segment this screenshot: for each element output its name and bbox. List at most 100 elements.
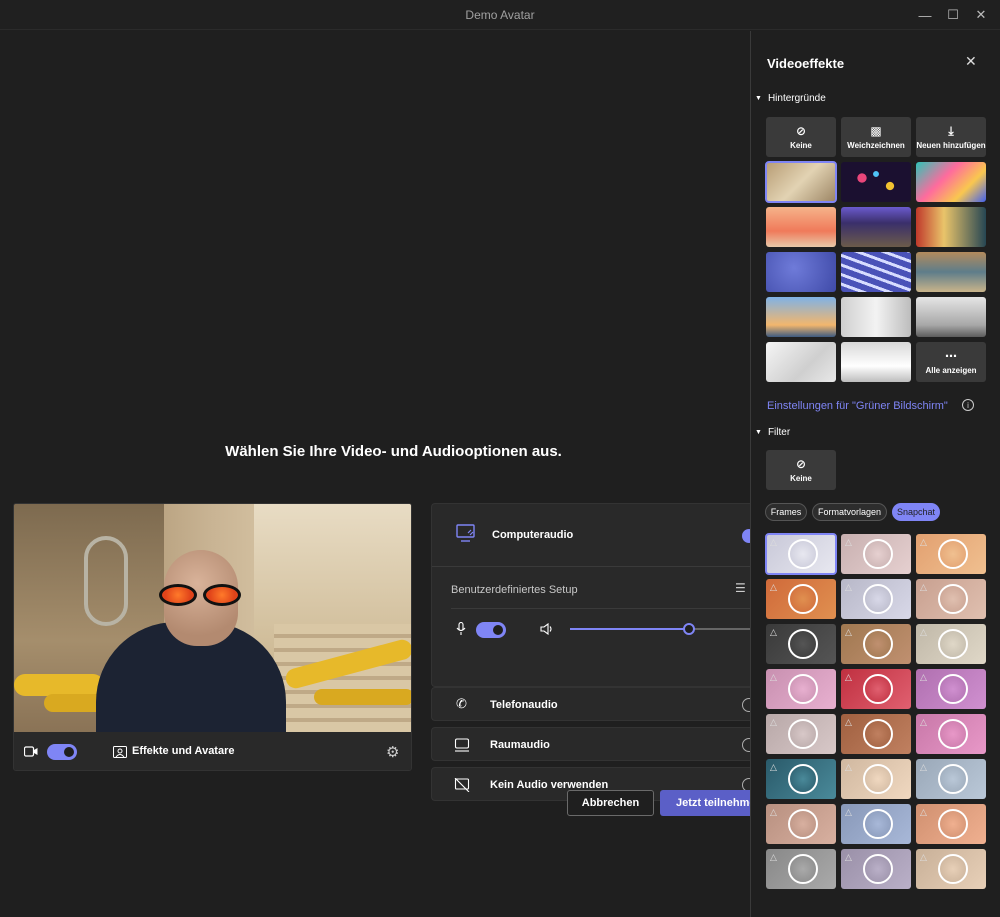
snapchat-ghost-icon: △ xyxy=(920,672,927,682)
background-thumbnail[interactable] xyxy=(765,161,837,203)
background-thumbnail[interactable] xyxy=(916,252,986,292)
camera-toggle[interactable] xyxy=(47,744,77,760)
backgrounds-section-header[interactable]: ▼ Hintergründe xyxy=(755,93,826,104)
show-all-button[interactable]: ⋯ Alle anzeigen xyxy=(916,342,986,382)
camera-icon xyxy=(23,744,38,757)
lens-preview xyxy=(938,584,968,614)
computer-audio-radio[interactable] xyxy=(742,529,750,543)
filter-none-button[interactable]: ⊘ Keine xyxy=(766,450,836,490)
snapchat-lens-thumbnail[interactable]: △ xyxy=(916,669,986,709)
bg-blur-button[interactable]: ▩ Weichzeichnen xyxy=(841,117,911,157)
background-thumbnail[interactable] xyxy=(766,297,836,337)
snapchat-lens-thumbnail[interactable]: △ xyxy=(766,579,836,619)
snapchat-lens-thumbnail[interactable]: △ xyxy=(916,624,986,664)
bg-add-new-button[interactable]: ⤓ Neuen hinzufügen xyxy=(916,117,986,157)
snapchat-ghost-icon: △ xyxy=(845,762,852,772)
filter-none-label: Keine xyxy=(790,473,812,483)
chip-snapchat[interactable]: Snapchat xyxy=(892,503,940,521)
background-thumbnail[interactable] xyxy=(841,207,911,247)
close-panel-icon[interactable]: ✕ xyxy=(965,53,977,70)
lens-preview xyxy=(863,584,893,614)
lens-preview xyxy=(938,629,968,659)
background-thumbnail[interactable] xyxy=(916,162,986,202)
background-thumbnail[interactable] xyxy=(766,342,836,382)
info-icon[interactable]: i xyxy=(962,399,974,411)
snapchat-lens-thumbnail[interactable]: △ xyxy=(916,579,986,619)
snapchat-lens-thumbnail[interactable]: △ xyxy=(916,759,986,799)
lens-preview xyxy=(938,809,968,839)
snapchat-ghost-icon: △ xyxy=(920,762,927,772)
snapchat-lens-thumbnail[interactable]: △ xyxy=(841,624,911,664)
lens-preview xyxy=(788,629,818,659)
snapchat-ghost-icon: △ xyxy=(920,852,927,862)
background-thumbnail[interactable] xyxy=(766,252,836,292)
computer-audio-card[interactable]: Computeraudio Benutzerdefiniertes Setup … xyxy=(431,503,750,687)
background-thumbnail[interactable] xyxy=(766,207,836,247)
background-thumbnail[interactable] xyxy=(841,297,911,337)
settings-gear-icon[interactable]: ⚙ xyxy=(386,743,399,761)
snapchat-ghost-icon: △ xyxy=(770,627,777,637)
microphone-toggle[interactable] xyxy=(476,622,506,638)
snapchat-lens-thumbnail[interactable]: △ xyxy=(766,624,836,664)
minimize-icon[interactable]: — xyxy=(910,0,940,30)
green-screen-settings-link[interactable]: Einstellungen für "Grüner Bildschirm" xyxy=(767,400,948,412)
background-thumbnail[interactable] xyxy=(841,252,911,292)
room-audio-radio[interactable] xyxy=(742,738,750,752)
snapchat-ghost-icon: △ xyxy=(845,582,852,592)
snapchat-lens-thumbnail[interactable]: △ xyxy=(916,849,986,889)
snapchat-ghost-icon: △ xyxy=(920,807,927,817)
volume-slider-thumb[interactable] xyxy=(683,623,696,635)
computer-audio-icon xyxy=(456,524,476,547)
snapchat-lens-thumbnail[interactable]: △ xyxy=(841,669,911,709)
snapchat-lens-thumbnail[interactable]: △ xyxy=(766,714,836,754)
bg-none-button[interactable]: ⊘ Keine xyxy=(766,117,836,157)
snapchat-lens-thumbnail[interactable]: △ xyxy=(841,534,911,574)
snapchat-ghost-icon: △ xyxy=(920,627,927,637)
lens-preview xyxy=(863,719,893,749)
snapchat-ghost-icon: △ xyxy=(845,807,852,817)
paperclip-figure xyxy=(84,536,128,626)
lens-preview xyxy=(863,809,893,839)
close-window-icon[interactable]: ✕ xyxy=(966,0,996,30)
chip-frames[interactable]: Frames xyxy=(765,503,807,521)
snapchat-ghost-icon: △ xyxy=(845,852,852,862)
snapchat-ghost-icon: △ xyxy=(770,807,777,817)
background-thumbnail[interactable] xyxy=(841,342,911,382)
snapchat-lens-thumbnail[interactable]: △ xyxy=(841,579,911,619)
room-audio-option[interactable]: Raumaudio xyxy=(431,727,750,761)
background-thumbnail[interactable] xyxy=(916,207,986,247)
phone-audio-radio[interactable] xyxy=(742,698,750,712)
snapchat-ghost-icon: △ xyxy=(770,852,777,862)
snapchat-lens-thumbnail[interactable]: △ xyxy=(765,533,837,575)
snapchat-lens-thumbnail[interactable]: △ xyxy=(916,714,986,754)
volume-slider[interactable] xyxy=(570,623,750,635)
snapchat-ghost-icon: △ xyxy=(770,672,777,682)
bg-none-label: Keine xyxy=(790,140,812,150)
snapchat-lens-thumbnail[interactable]: △ xyxy=(766,849,836,889)
prejoin-main: Wählen Sie Ihre Video- und Audiooptionen… xyxy=(0,31,750,917)
audio-settings-icon[interactable]: ☰ xyxy=(735,581,746,595)
filter-section-header[interactable]: ▼ Filter xyxy=(755,427,790,438)
chip-formatvorlagen[interactable]: Formatvorlagen xyxy=(812,503,887,521)
cancel-button[interactable]: Abbrechen xyxy=(567,790,654,816)
room-audio-icon xyxy=(454,738,470,757)
snapchat-lens-thumbnail[interactable]: △ xyxy=(841,849,911,889)
snapchat-lens-thumbnail[interactable]: △ xyxy=(841,714,911,754)
snapchat-lens-thumbnail[interactable]: △ xyxy=(841,759,911,799)
maximize-icon[interactable]: ☐ xyxy=(938,0,968,30)
effects-icon xyxy=(113,745,127,758)
background-thumbnail[interactable] xyxy=(916,297,986,337)
lens-preview xyxy=(788,809,818,839)
window-title: Demo Avatar xyxy=(465,8,535,22)
join-now-button[interactable]: Jetzt teilnehmen xyxy=(660,790,750,816)
snapchat-lens-thumbnail[interactable]: △ xyxy=(766,669,836,709)
snapchat-lens-thumbnail[interactable]: △ xyxy=(841,804,911,844)
snapchat-lens-thumbnail[interactable]: △ xyxy=(766,804,836,844)
snapchat-lens-thumbnail[interactable]: △ xyxy=(916,804,986,844)
effects-and-avatars-button[interactable]: Effekte und Avatare xyxy=(132,745,235,757)
snapchat-ghost-icon: △ xyxy=(770,537,777,547)
snapchat-lens-thumbnail[interactable]: △ xyxy=(766,759,836,799)
phone-audio-option[interactable]: ✆ Telefonaudio xyxy=(431,687,750,721)
snapchat-lens-thumbnail[interactable]: △ xyxy=(916,534,986,574)
background-thumbnail[interactable] xyxy=(841,162,911,202)
